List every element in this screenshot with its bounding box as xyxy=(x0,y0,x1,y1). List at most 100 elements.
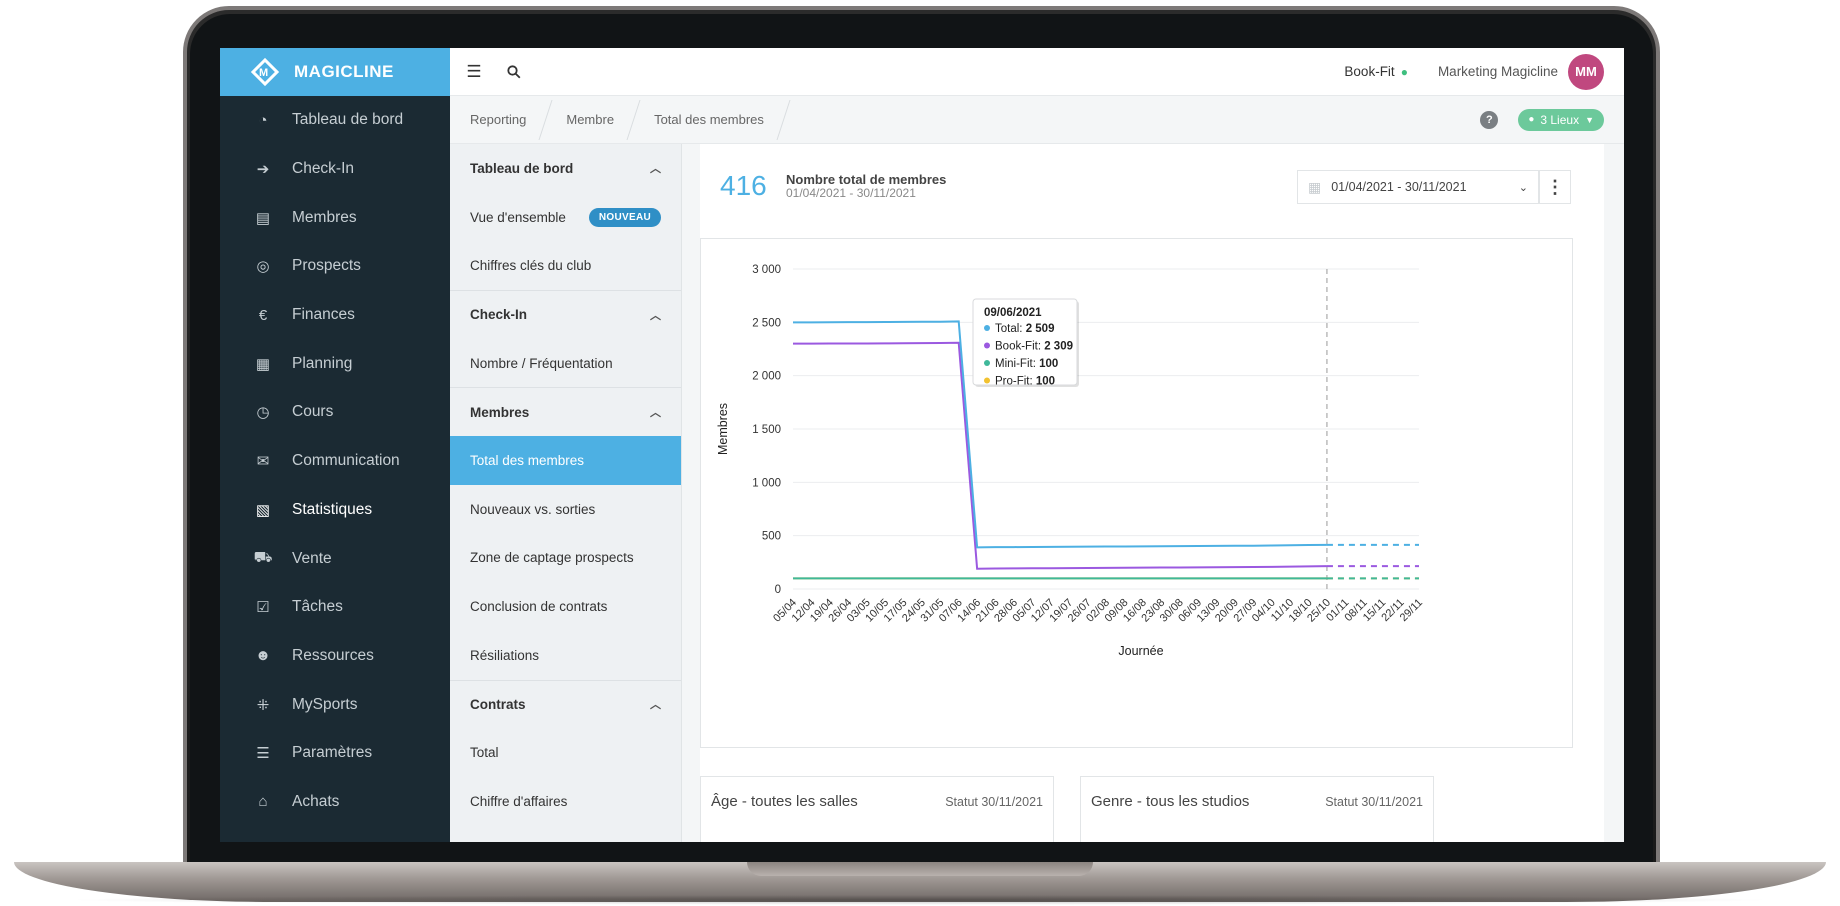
sidebar-item-label: Planning xyxy=(292,354,353,372)
avatar[interactable]: MM xyxy=(1568,53,1604,90)
submenu-section-header[interactable]: Contrats ︿ xyxy=(450,679,681,729)
sidebar-item-communication[interactable]: ✉ Communication xyxy=(220,437,450,486)
sidebar-nav: ◔ Tableau de bord ➔ Check-In ▤ Membres ◎ Prospe… xyxy=(220,96,450,826)
sidebar-item-mysports[interactable]: ⁜ MySports xyxy=(220,680,450,729)
report-panel: 416 Nombre total de membres 01/04/2021 -… xyxy=(700,144,1604,842)
sidebar-item-label: Check-In xyxy=(292,160,355,178)
laptop-shadow xyxy=(60,895,1780,905)
sidebar-item-vente[interactable]: ⛟ Vente xyxy=(220,534,450,583)
gauge-icon: ◔ xyxy=(258,111,268,129)
chevron-up-icon: ︿ xyxy=(650,699,661,712)
breadcrumb-membre[interactable]: Membre xyxy=(546,96,634,144)
breadcrumb-reporting[interactable]: Reporting xyxy=(450,96,546,144)
y-tick-label: 3 000 xyxy=(752,264,781,276)
tooltip-row: Mini-Fit: 100 xyxy=(995,358,1058,370)
new-badge: NOUVEAU xyxy=(588,207,661,227)
inbox-icon: ▤ xyxy=(255,209,271,227)
location-pin-icon: ● xyxy=(1528,114,1535,125)
sidebar-item-membres[interactable]: ▤ Membres xyxy=(220,193,450,242)
submenu-item-label: Total xyxy=(470,745,499,761)
tooltip-value: 2 509 xyxy=(1026,323,1055,335)
age-card: Âge - toutes les salles Statut 30/11/202… xyxy=(700,776,1054,842)
chevron-down-icon: ▼ xyxy=(1585,114,1594,125)
people-icon: ☻ xyxy=(255,647,271,665)
submenu-item-label: Chiffre d'affaires xyxy=(470,793,568,809)
submenu-item-label: Chiffres clés du club xyxy=(470,258,592,274)
more-options-button[interactable]: ⋮ xyxy=(1539,170,1571,204)
sidebar-item-prospects[interactable]: ◎ Prospects xyxy=(220,242,450,291)
chevron-down-icon: ⌄ xyxy=(1518,181,1528,194)
y-axis-label: Membres xyxy=(716,403,730,455)
app-screen: M MAGICLINE ◔ Tableau de bord ➔ Check-In ▤ Me… xyxy=(220,48,1624,842)
studio-selector[interactable]: Book-Fit ● xyxy=(1344,64,1408,79)
sidebar-item-label: Vente xyxy=(292,549,332,567)
sidebar-item-param-tres[interactable]: ☰ Paramètres xyxy=(220,729,450,778)
sidebar-item-cours[interactable]: ◷ Cours xyxy=(220,388,450,437)
main-content: 416 Nombre total de membres 01/04/2021 -… xyxy=(682,144,1624,842)
y-tick-label: 500 xyxy=(762,531,781,543)
submenu-item[interactable]: Nouveaux vs. sorties xyxy=(450,485,681,534)
search-icon[interactable] xyxy=(494,48,534,96)
tooltip-marker xyxy=(984,342,990,349)
sidebar-item-achats[interactable]: ⌂ Achats xyxy=(220,778,450,827)
chevron-up-icon: ︿ xyxy=(650,407,661,420)
breadcrumb-current: Total des membres xyxy=(634,96,784,144)
submenu-section-header[interactable]: Tableau de bord ︿ xyxy=(450,144,681,193)
sidebar-item-label: Achats xyxy=(292,792,340,810)
sidebar-item-label: Membres xyxy=(292,208,357,226)
tooltip-date: 09/06/2021 xyxy=(984,307,1042,319)
submenu-section-title: Check-In xyxy=(470,307,528,323)
topbar: ☰ Book-Fit ● Marketing Magicline MM xyxy=(450,48,1624,96)
sliders-icon: ☰ xyxy=(256,745,270,763)
tooltip-marker xyxy=(984,377,990,384)
vertical-dots-icon: ⋮ xyxy=(1546,176,1564,197)
tooltip-label: Mini-Fit: xyxy=(995,358,1039,370)
sidebar-item-label: Paramètres xyxy=(292,744,373,762)
magicline-logo-icon: M xyxy=(248,55,282,89)
sidebar-item-tableau-de-bord[interactable]: ◔ Tableau de bord xyxy=(220,96,450,145)
sidebar-item-ressources[interactable]: ☻ Ressources xyxy=(220,632,450,681)
login-icon: ➔ xyxy=(256,161,270,179)
y-tick-label: 2 000 xyxy=(752,371,781,383)
submenu-item[interactable]: Conclusion de contrats xyxy=(450,582,681,631)
submenu-section-title: Tableau de bord xyxy=(470,160,574,176)
brand-header[interactable]: M MAGICLINE xyxy=(220,48,450,96)
submenu-item[interactable]: Chiffres clés du club xyxy=(450,241,681,290)
submenu-item[interactable]: Total des membres xyxy=(450,436,681,485)
submenu-item[interactable]: Zone de captage prospects xyxy=(450,534,681,583)
tooltip-label: Pro-Fit: xyxy=(995,376,1036,388)
sidebar-item-label: Prospects xyxy=(292,257,361,275)
submenu-item[interactable]: Nombre / Fréquentation xyxy=(450,339,681,388)
sidebar-item-statistiques[interactable]: ▧ Statistiques xyxy=(220,486,450,535)
reporting-submenu: Tableau de bord ︿ Vue d'ensemble NOUVEAU Chi… xyxy=(450,144,682,842)
submenu-item[interactable]: Résiliations xyxy=(450,631,681,680)
gender-card: Genre - tous les studios Statut 30/11/20… xyxy=(1080,776,1434,842)
submenu-section-header[interactable]: Membres ︿ xyxy=(450,387,681,436)
submenu-item-label: Nombre / Fréquentation xyxy=(470,355,613,371)
calendar-icon: ▦ xyxy=(1308,178,1322,195)
kpi-title: Nombre total de membres xyxy=(786,172,947,187)
user-name[interactable]: Marketing Magicline xyxy=(1438,64,1558,79)
submenu-item[interactable]: Total xyxy=(450,728,681,777)
sidebar-item-label: Tâches xyxy=(292,598,343,616)
tooltip-value: 2 309 xyxy=(1044,341,1073,353)
submenu-item[interactable]: Vue d'ensemble NOUVEAU xyxy=(450,193,681,242)
submenu-section-header[interactable]: Check-In ︿ xyxy=(450,290,681,339)
tooltip-label: Total: xyxy=(995,323,1026,335)
sidebar-item-label: Finances xyxy=(292,306,355,324)
date-range-picker[interactable]: ▦ 01/04/2021 - 30/11/2021 ⌄ xyxy=(1297,170,1539,204)
sidebar-item-finances[interactable]: € Finances xyxy=(220,291,450,340)
submenu-item-label: Zone de captage prospects xyxy=(470,550,634,566)
hamburger-menu-icon[interactable]: ☰ xyxy=(454,48,494,96)
sidebar-item-check-in[interactable]: ➔ Check-In xyxy=(220,145,450,194)
locations-filter-button[interactable]: ● 3 Lieux ▼ xyxy=(1518,108,1604,131)
sidebar-item-t-ches[interactable]: ☑ Tâches xyxy=(220,583,450,632)
submenu-item[interactable]: Chiffre d'affaires xyxy=(450,777,681,826)
studio-name: Book-Fit xyxy=(1344,64,1395,79)
kpi-value: 416 xyxy=(720,170,767,201)
sidebar-item-planning[interactable]: ▦ Planning xyxy=(220,339,450,388)
submenu-item-label: Conclusion de contrats xyxy=(470,599,608,615)
chart-svg: 05001 0001 5002 0002 5003 00005/0412/041… xyxy=(716,264,1425,658)
sidebar-item-label: Ressources xyxy=(292,646,374,664)
help-icon[interactable]: ? xyxy=(1480,110,1499,129)
